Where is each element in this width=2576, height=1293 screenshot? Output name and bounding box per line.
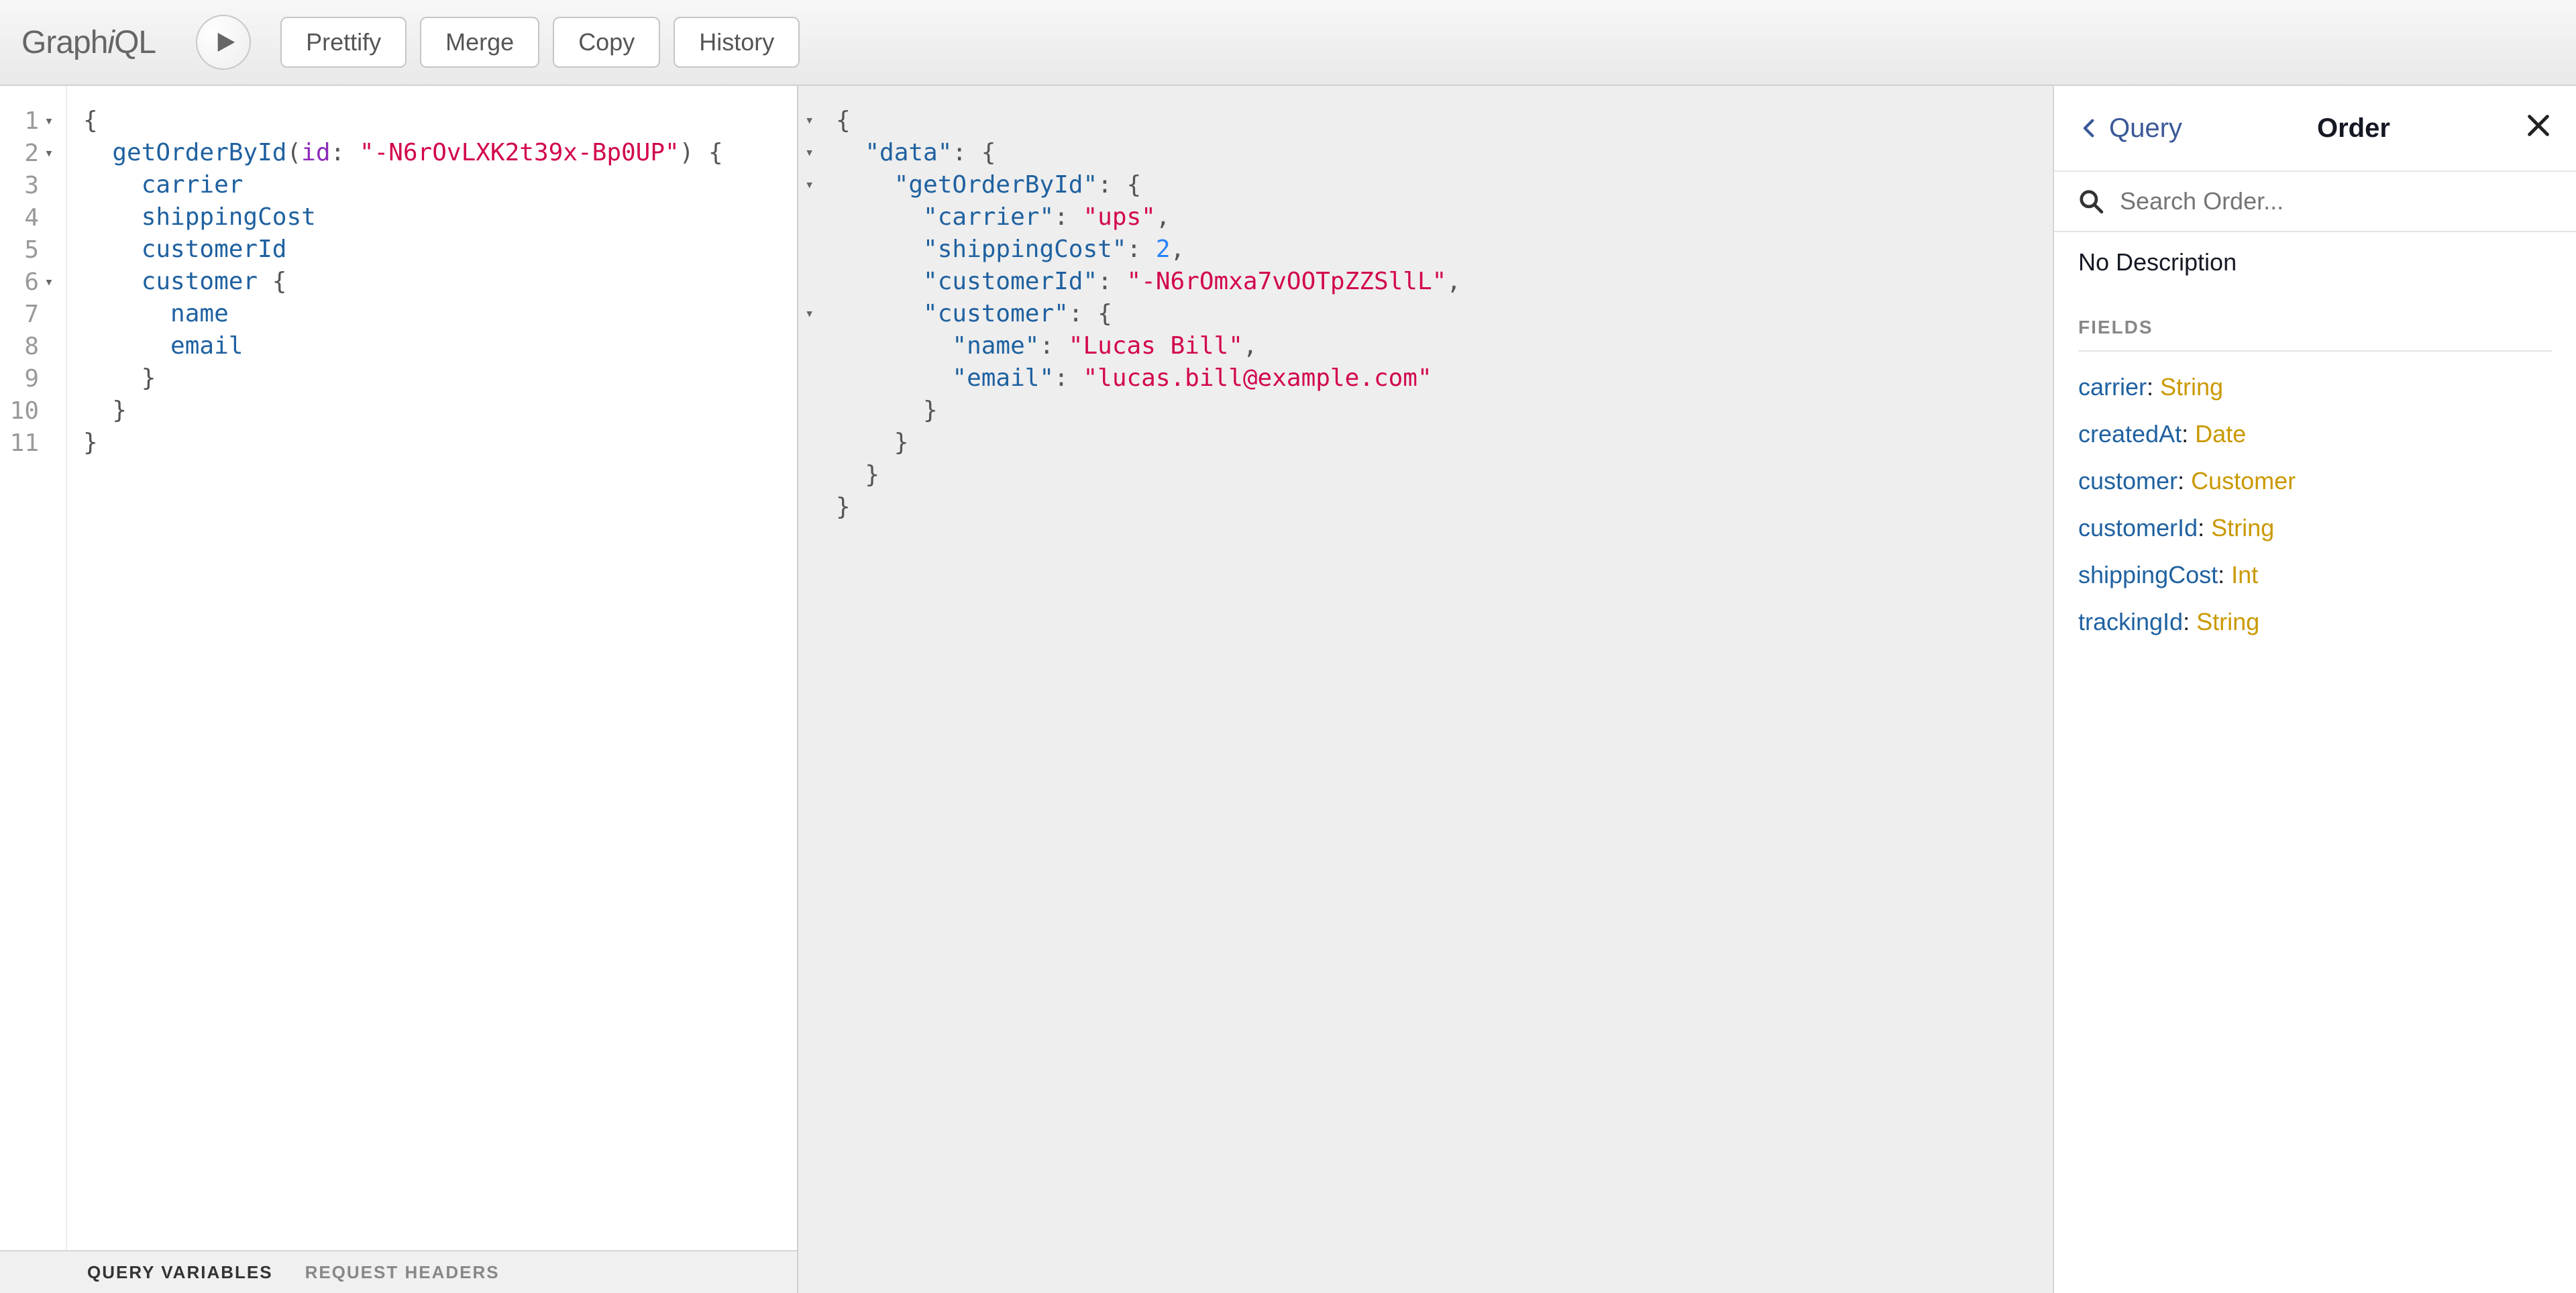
close-icon (2525, 112, 2552, 139)
editor-column: 1▾2▾3456▾7891011 { getOrderById(id: "-N6… (0, 86, 798, 1293)
docs-back-label: Query (2109, 113, 2182, 144)
result-json: { "data": { "getOrderById": { "carrier":… (814, 105, 2037, 523)
query-editor[interactable]: 1▾2▾3456▾7891011 { getOrderById(id: "-N6… (0, 86, 797, 1250)
copy-button[interactable]: Copy (553, 17, 660, 68)
field-type[interactable]: String (2160, 373, 2223, 401)
history-button[interactable]: History (674, 17, 800, 68)
tab-query-variables[interactable]: Query Variables (87, 1262, 273, 1283)
field-type[interactable]: Int (2231, 561, 2258, 588)
field-type[interactable]: Date (2195, 420, 2246, 448)
docs-back-button[interactable]: Query (2078, 113, 2182, 144)
logo: GraphiQL (21, 24, 156, 61)
docs-fields-list: carrier: String createdAt: Date customer: … (2078, 373, 2552, 636)
graphiql-app: GraphiQL Prettify Merge Copy History 1▾2… (0, 0, 2576, 1293)
execute-button[interactable] (196, 15, 251, 70)
field-name[interactable]: createdAt (2078, 420, 2182, 448)
field-type[interactable]: String (2211, 514, 2274, 541)
tab-request-headers[interactable]: Request Headers (305, 1262, 500, 1283)
docs-panel: Query Order No Description Fields carrie… (2053, 86, 2576, 1293)
docs-field: customerId: String (2078, 514, 2552, 542)
docs-close-button[interactable] (2525, 112, 2552, 144)
field-name[interactable]: carrier (2078, 373, 2147, 401)
docs-search (2054, 172, 2576, 232)
docs-title: Order (2317, 113, 2390, 144)
docs-search-input[interactable] (2120, 187, 2552, 215)
field-type[interactable]: String (2196, 608, 2259, 635)
toolbar: GraphiQL Prettify Merge Copy History (0, 0, 2576, 86)
result-pane[interactable]: ▾▾▾▾ { "data": { "getOrderById": { "carr… (798, 86, 2053, 1293)
field-name[interactable]: customerId (2078, 514, 2198, 541)
merge-button[interactable]: Merge (420, 17, 539, 68)
field-type[interactable]: Customer (2191, 467, 2296, 495)
docs-field: customer: Customer (2078, 467, 2552, 495)
field-name[interactable]: trackingId (2078, 608, 2183, 635)
search-icon (2078, 189, 2104, 214)
docs-body: No Description Fields carrier: String cre… (2054, 232, 2576, 671)
docs-field: createdAt: Date (2078, 420, 2552, 448)
main-row: 1▾2▾3456▾7891011 { getOrderById(id: "-N6… (0, 86, 2576, 1293)
docs-field: shippingCost: Int (2078, 561, 2552, 589)
docs-field: carrier: String (2078, 373, 2552, 401)
docs-field: trackingId: String (2078, 608, 2552, 636)
field-name[interactable]: shippingCost (2078, 561, 2218, 588)
field-name[interactable]: customer (2078, 467, 2178, 495)
docs-header: Query Order (2054, 86, 2576, 172)
line-gutter: 1▾2▾3456▾7891011 (0, 86, 67, 1250)
query-code[interactable]: { getOrderById(id: "-N6rOvLXK2t39x-Bp0UP… (67, 86, 797, 1250)
prettify-button[interactable]: Prettify (280, 17, 407, 68)
docs-description: No Description (2078, 248, 2552, 276)
chevron-left-icon (2078, 117, 2101, 140)
docs-section-title: Fields (2078, 317, 2552, 352)
bottom-tabs: Query Variables Request Headers (0, 1250, 797, 1293)
play-icon (214, 31, 237, 54)
result-fold-gutter: ▾▾▾▾ (805, 105, 814, 491)
